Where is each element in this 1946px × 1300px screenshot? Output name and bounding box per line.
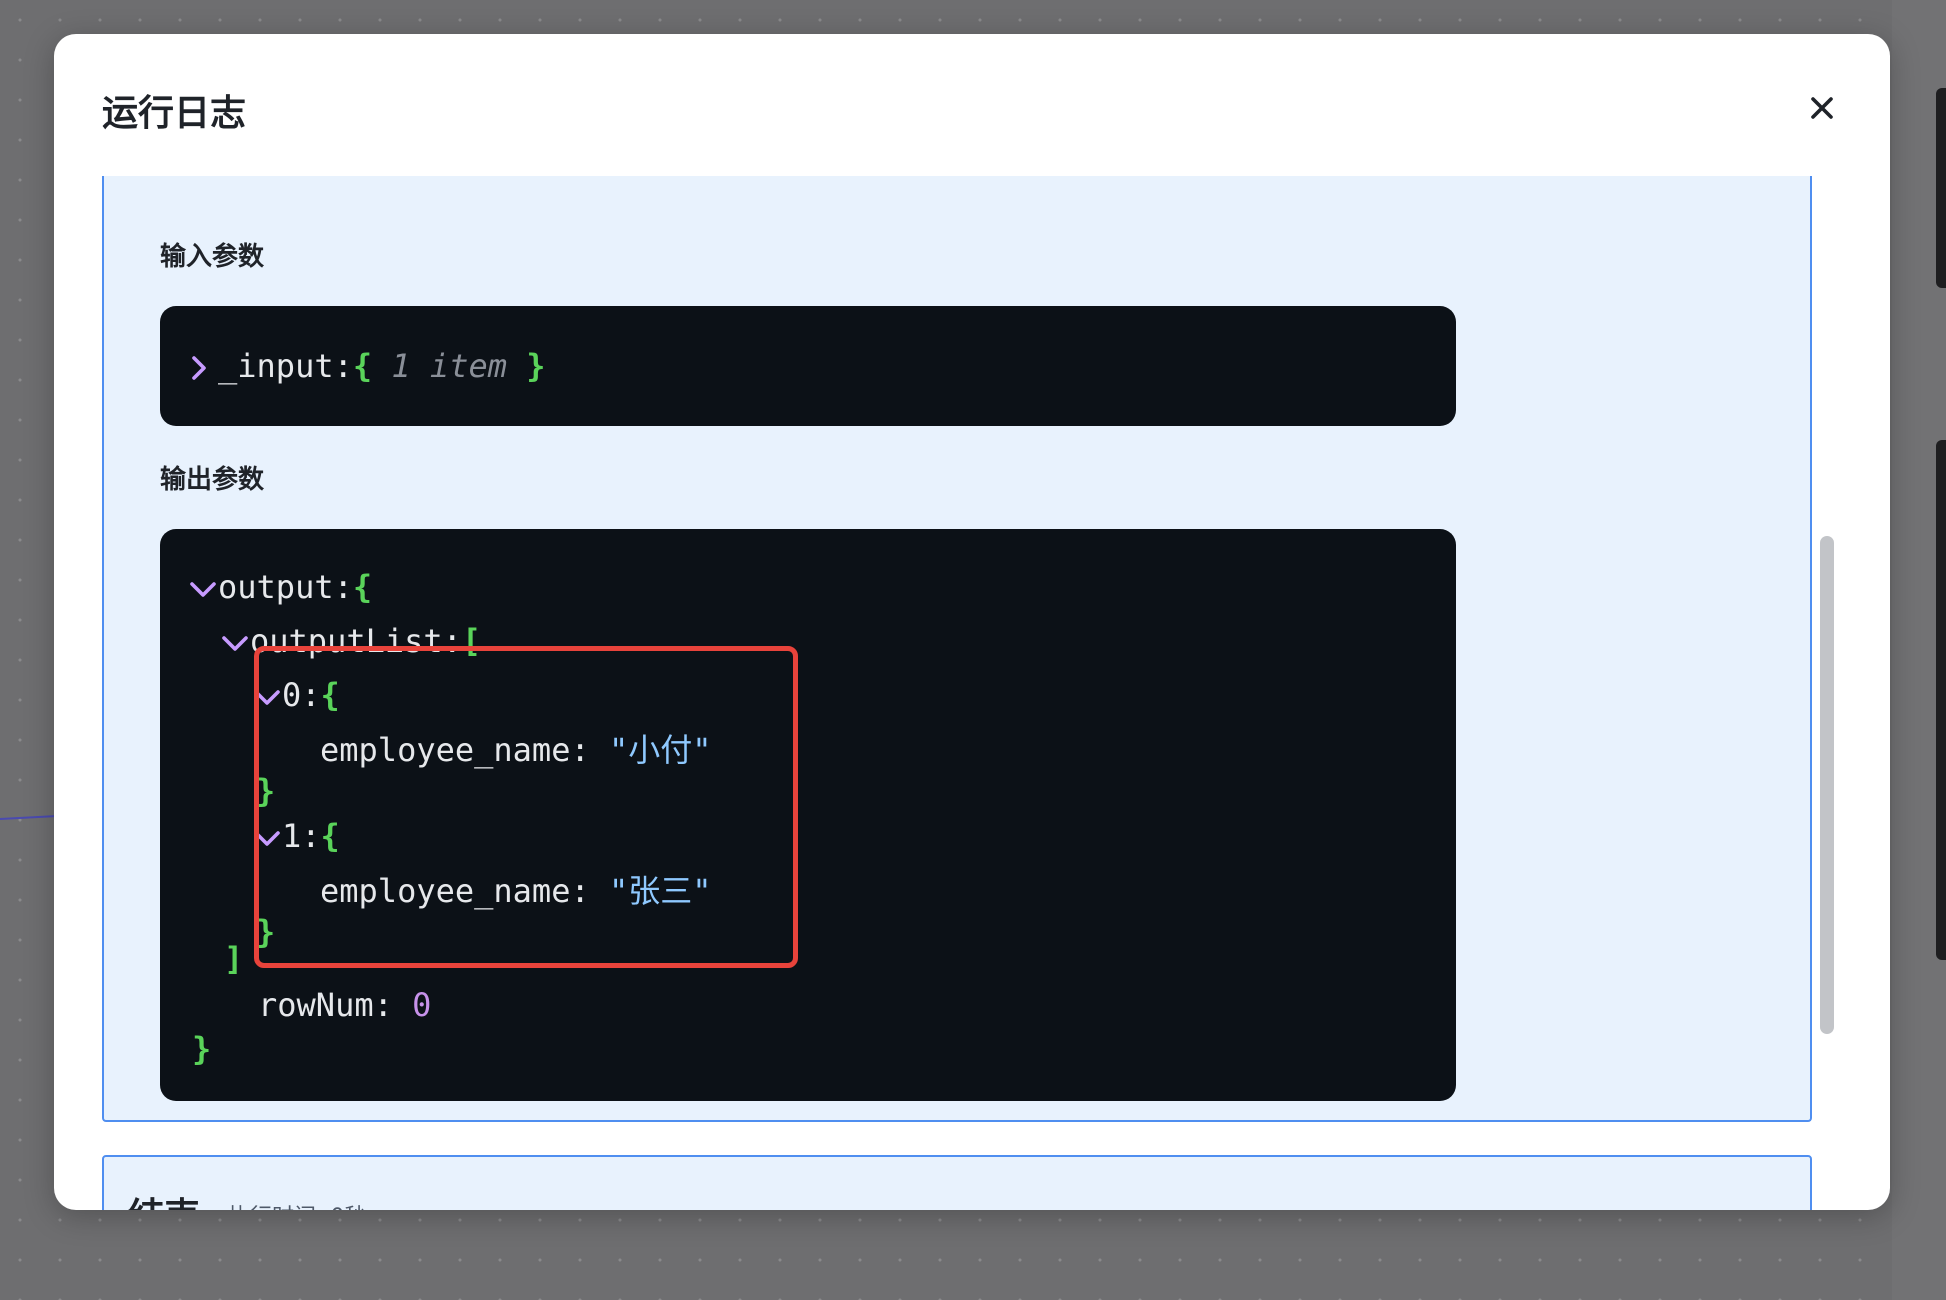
- output-item-1-close: }: [256, 912, 275, 952]
- canvas-side-widget: [1936, 88, 1946, 288]
- scrollbar-thumb[interactable]: [1820, 536, 1834, 1034]
- output-item-0-close: }: [256, 771, 275, 811]
- field-value: "小付": [608, 731, 712, 769]
- list-close-bracket: ]: [224, 940, 244, 978]
- output-item-0-field: employee_name: "小付": [320, 730, 712, 770]
- output-rownum-row: rowNum: 0: [258, 985, 431, 1025]
- end-node-title: 结束: [128, 1187, 200, 1210]
- rownum-key: rowNum:: [258, 986, 413, 1024]
- item-index-key: 1:: [282, 817, 321, 855]
- output-root-open: {: [352, 568, 373, 606]
- input-json-row[interactable]: _input:{ 1 item }: [188, 346, 546, 386]
- item-close-brace: }: [256, 913, 276, 951]
- output-root-key: output:: [218, 568, 353, 606]
- chevron-down-icon[interactable]: [188, 577, 218, 601]
- output-item-0-row[interactable]: 0:{: [252, 675, 340, 715]
- output-root-row[interactable]: output:{: [188, 567, 372, 607]
- output-root-close: }: [192, 1029, 211, 1069]
- output-list-key: outputList:: [250, 622, 462, 660]
- output-item-1-row[interactable]: 1:{: [252, 816, 340, 856]
- field-key: employee_name:: [320, 731, 609, 769]
- rownum-value: 0: [412, 986, 432, 1024]
- output-json-viewer: output:{ outputList:[ 0:{ employee_name:…: [160, 529, 1456, 1101]
- output-list-row[interactable]: outputList:[: [220, 621, 481, 661]
- end-node-exec-time: 执行时间: 0秒: [228, 1199, 366, 1210]
- chevron-down-icon[interactable]: [252, 826, 282, 850]
- input-close-brace: }: [526, 347, 546, 385]
- run-log-modal: 运行日志 输入参数 _input:{ 1 item } 输出参数 output:…: [54, 34, 1890, 1210]
- root-close-brace: }: [192, 1030, 212, 1068]
- log-scroll-area[interactable]: 输入参数 _input:{ 1 item } 输出参数 output:{ out…: [102, 176, 1890, 1210]
- modal-title: 运行日志: [102, 93, 247, 134]
- field-value: "张三": [608, 872, 712, 910]
- item-index-key: 0:: [282, 676, 321, 714]
- chevron-down-icon[interactable]: [220, 631, 250, 655]
- input-json-viewer: _input:{ 1 item }: [160, 306, 1456, 426]
- field-key: employee_name:: [320, 872, 609, 910]
- chevron-down-icon[interactable]: [252, 685, 282, 709]
- input-key: _input:: [218, 347, 353, 385]
- output-item-1-field: employee_name: "张三": [320, 871, 712, 911]
- canvas-connector-line: [0, 814, 60, 820]
- output-params-label: 输出参数: [160, 465, 265, 495]
- close-icon[interactable]: [1800, 86, 1844, 130]
- end-node-panel[interactable]: 结束 执行时间: 0秒: [102, 1155, 1812, 1210]
- input-params-label: 输入参数: [160, 242, 265, 272]
- item-close-brace: }: [256, 772, 276, 810]
- output-list-open: [: [461, 622, 482, 660]
- output-list-close: ]: [224, 939, 243, 979]
- input-open-brace: {: [352, 347, 373, 385]
- node-log-panel: 输入参数 _input:{ 1 item } 输出参数 output:{ out…: [102, 176, 1812, 1122]
- chevron-right-icon[interactable]: [188, 353, 218, 383]
- item-open-brace: {: [320, 676, 340, 714]
- item-open-brace: {: [320, 817, 340, 855]
- canvas-side-widget: [1936, 440, 1946, 960]
- input-item-count: 1 item: [372, 347, 527, 385]
